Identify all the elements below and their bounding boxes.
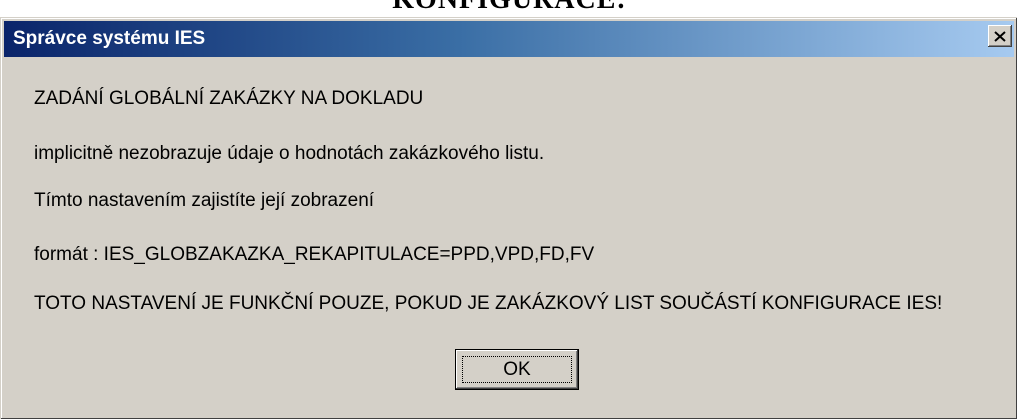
message-line-3: Tímto nastavením zajistíte její zobrazen…	[34, 190, 375, 211]
message-line-5: TOTO NASTAVENÍ JE FUNKČNÍ POUZE, POKUD J…	[34, 293, 943, 314]
ok-button-label: OK	[503, 358, 531, 380]
close-button[interactable]	[988, 25, 1012, 47]
document-heading: KONFIGURACE:	[0, 0, 1019, 15]
message-dialog: Správce systému IES ZADÁNÍ GLOBÁLNÍ ZAKÁ…	[0, 17, 1017, 419]
dialog-titlebar[interactable]: Správce systému IES	[4, 21, 1014, 57]
close-icon	[994, 30, 1006, 42]
ok-button[interactable]: OK	[455, 349, 579, 390]
message-line-1: ZADÁNÍ GLOBÁLNÍ ZAKÁZKY NA DOKLADU	[34, 88, 424, 109]
message-line-2: implicitně nezobrazuje údaje o hodnotách…	[34, 143, 545, 164]
message-line-4: formát : IES_GLOBZAKAZKA_REKAPITULACE=PP…	[34, 244, 595, 265]
ok-focus-rect: OK	[462, 356, 572, 383]
dialog-title: Správce systému IES	[13, 28, 206, 49]
